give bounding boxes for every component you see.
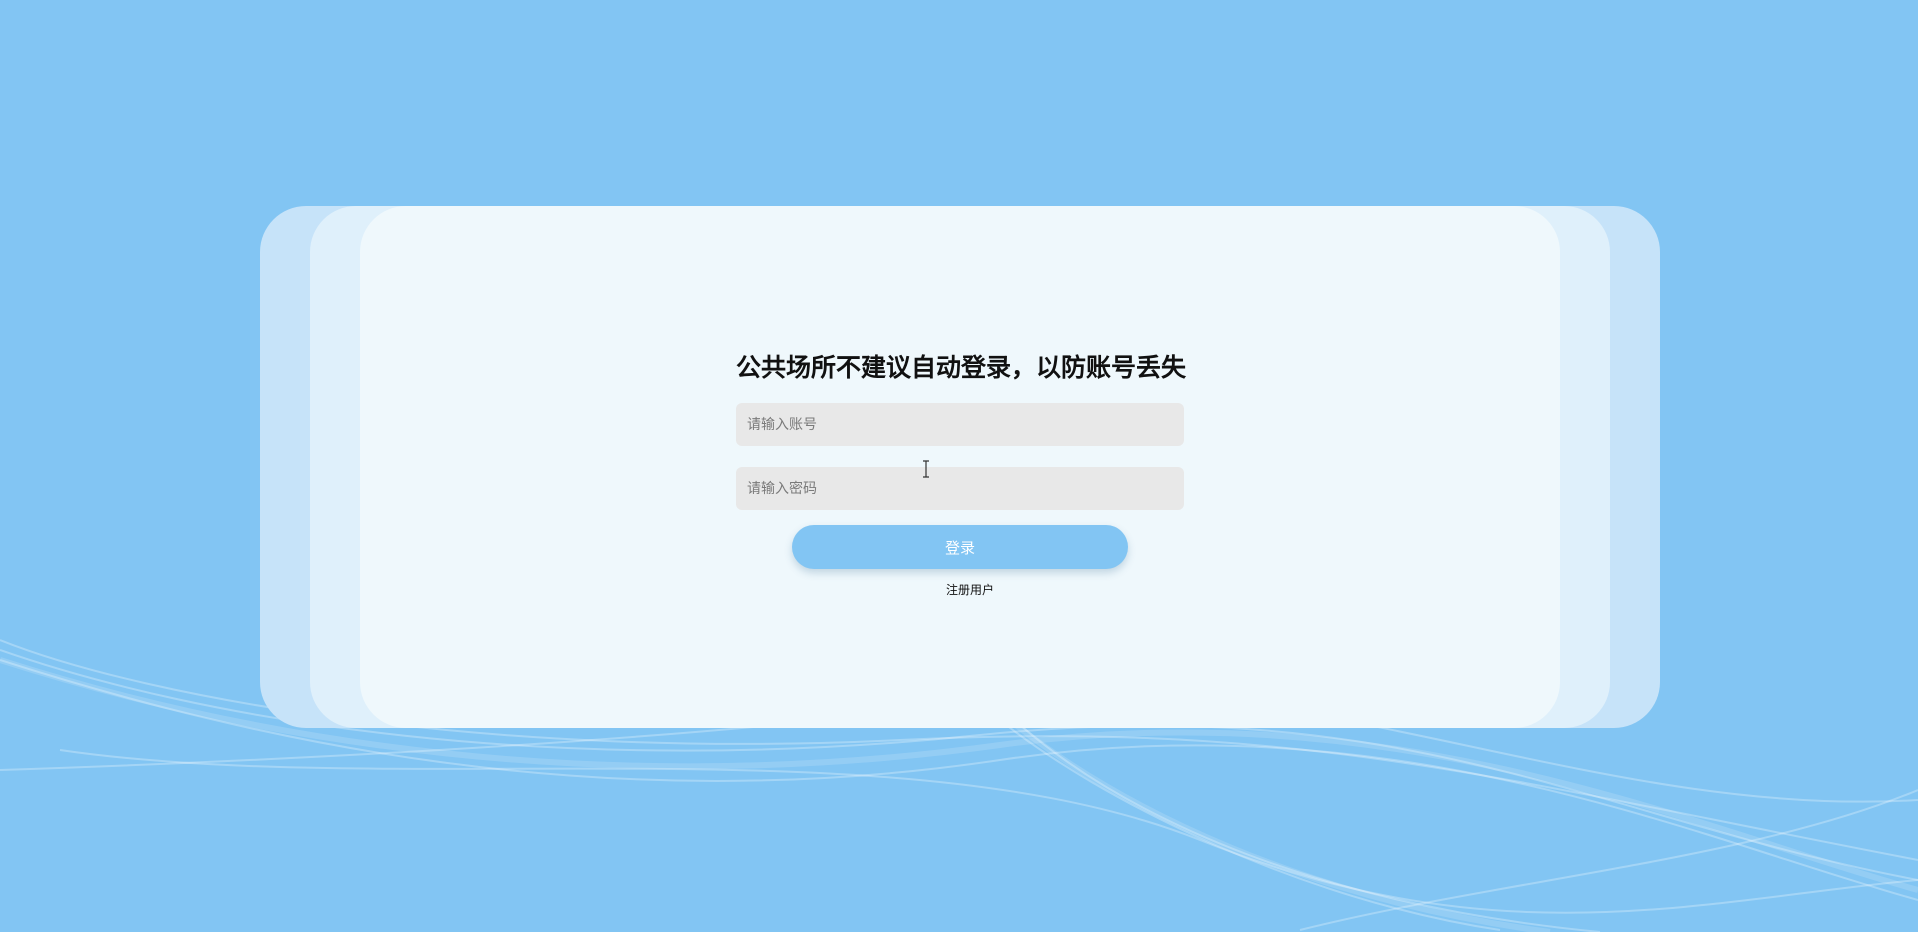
register-link[interactable]: 注册用户 xyxy=(736,581,1184,598)
text-cursor-icon xyxy=(923,460,929,478)
login-form: 公共场所不建议自动登录，以防账号丢失 登录 注册用户 xyxy=(736,350,1187,598)
login-button[interactable]: 登录 xyxy=(792,525,1128,569)
account-input[interactable] xyxy=(736,403,1184,446)
login-title: 公共场所不建议自动登录，以防账号丢失 xyxy=(736,353,1187,382)
password-input[interactable] xyxy=(736,467,1184,510)
